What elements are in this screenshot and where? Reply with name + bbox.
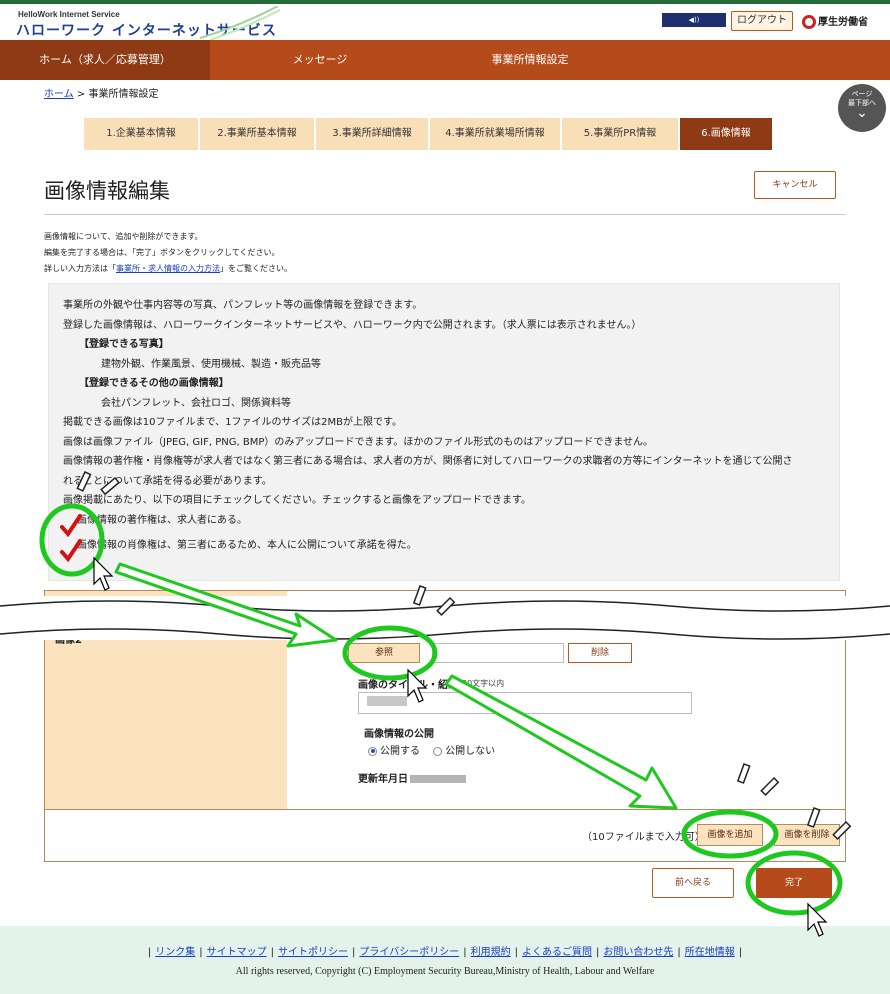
- caption-input[interactable]: [358, 692, 692, 714]
- accessibility-tool-icon[interactable]: ◀)): [662, 13, 726, 27]
- intro-line-3-suffix: 」をご覧ください。: [220, 264, 292, 273]
- ministry-label: 厚生労働省: [818, 17, 868, 28]
- portrait-rights-checkbox[interactable]: 画像情報の肖像権は、第三者にあるため、本人に公開について承諾を得た。: [63, 536, 825, 556]
- copyright-checkbox[interactable]: 画像情報の著作権は、求人者にある。: [63, 511, 825, 531]
- info-line: 掲載できる画像は10ファイルまで、1ファイルのサイズは2MBが上限です。: [63, 417, 403, 428]
- copyright-check-label: 画像情報の著作権は、求人者にある。: [77, 514, 247, 526]
- step-1[interactable]: 1.企業基本情報: [84, 118, 198, 150]
- step-4[interactable]: 4.事業所就業場所情報: [430, 118, 560, 150]
- ministry-mark-icon: [802, 15, 816, 29]
- info-line: 画像は画像ファイル（JPEG, GIF, PNG, BMP）のみアップロードでき…: [63, 436, 654, 448]
- step-5[interactable]: 5.事業所PR情報: [562, 118, 678, 150]
- step-3[interactable]: 3.事業所詳細情報: [316, 118, 428, 150]
- updated-date: 更新年月日: [358, 770, 466, 785]
- public-no-label[interactable]: 公開しない: [445, 746, 495, 757]
- public-radio-group: 公開する 公開しない: [368, 742, 495, 757]
- main-nav: ホーム（求人／応募管理） メッセージ 事業所情報設定: [0, 40, 890, 80]
- intro-line-2: 編集を完了する場合は、「完了」ボタンをクリックしてください。: [44, 248, 280, 257]
- info-line: 事業所の外観や仕事内容等の写真、パンフレット等の画像情報を登録できます。: [63, 300, 423, 311]
- omitted-section-gap: [0, 596, 890, 640]
- logo-swoosh-icon: [200, 6, 280, 40]
- file-limit-note: （10ファイルまで入力可）: [582, 832, 705, 843]
- updated-label: 更新年月日: [358, 774, 408, 785]
- step-2[interactable]: 2.事業所基本情報: [200, 118, 314, 150]
- footer-link-sitemap[interactable]: サイトマップ: [207, 947, 267, 958]
- step-6-active: 6.画像情報: [680, 118, 772, 150]
- add-image-button[interactable]: 画像を追加: [697, 824, 763, 846]
- cancel-button[interactable]: キャンセル: [754, 171, 836, 199]
- public-yes-radio[interactable]: [368, 746, 377, 756]
- breadcrumb-home-link[interactable]: ホーム: [44, 89, 74, 100]
- info-heading-photos: 【登録できる写真】: [79, 339, 169, 350]
- nav-item-messages[interactable]: メッセージ: [250, 40, 390, 80]
- caption-hint: 全角30文字以内: [446, 679, 505, 688]
- site-footer: | リンク集 | サイトマップ | サイトポリシー | プライバシーポリシー | 利用規約 | よくあ…: [0, 926, 890, 994]
- intro-line-3: 詳しい入力方法は「事業所・求人情報の入力方法」をご覧ください。: [44, 261, 292, 277]
- footer-link-privacy[interactable]: プライバシーポリシー: [359, 947, 459, 958]
- footer-link-faq[interactable]: よくあるご質問: [522, 947, 592, 958]
- footer-link-links[interactable]: リンク集: [155, 947, 195, 958]
- file-path-field[interactable]: [432, 643, 564, 663]
- delete-button[interactable]: 削除: [568, 643, 632, 663]
- footer-link-locations[interactable]: 所在地情報: [685, 947, 735, 958]
- image-info-box: 事業所の外観や仕事内容等の写真、パンフレット等の画像情報を登録できます。 登録し…: [48, 283, 840, 581]
- portrait-check-label: 画像情報の肖像権は、第三者にあるため、本人に公開について承諾を得た。: [77, 540, 417, 551]
- footer-links: | リンク集 | サイトマップ | サイトポリシー | プライバシーポリシー | 利用規約 | よくあ…: [147, 947, 743, 958]
- done-button[interactable]: 完了: [756, 868, 832, 898]
- back-button[interactable]: 前へ戻る: [652, 868, 734, 898]
- footer-link-contact[interactable]: お問い合わせ先: [603, 947, 673, 958]
- info-heading-other: 【登録できるその他の画像情報】: [79, 378, 229, 389]
- chevron-down-icon: ⌄: [856, 105, 868, 121]
- title-divider: [44, 214, 846, 215]
- info-line: 画像掲載にあたり、以下の項目にチェックしてください。チェックすると画像をアップロ…: [63, 495, 531, 506]
- logo-english: HelloWork Internet Service: [18, 10, 120, 19]
- info-line: 会社パンフレット、会社ロゴ、関係資料等: [101, 397, 291, 409]
- caption-label: 画像のタイトル・紹介: [358, 680, 458, 691]
- public-label: 画像情報の公開: [364, 729, 434, 740]
- info-line: れることについて承諾を得る必要があります。: [63, 475, 272, 487]
- intro-line-3-prefix: 詳しい入力方法は「: [44, 264, 116, 273]
- public-no-radio[interactable]: [433, 746, 443, 756]
- info-line: 建物外観、作業風景、使用機械、製造・販売品等: [101, 358, 321, 370]
- form-divider: [45, 809, 845, 810]
- scroll-label-1: ページ: [851, 90, 873, 98]
- logout-button[interactable]: ログアウト: [731, 11, 793, 31]
- nav-item-home[interactable]: ホーム（求人／応募管理）: [0, 40, 210, 80]
- page-title: 画像情報編集: [44, 179, 170, 203]
- site-header: HelloWork Internet Service ハローワーク インターネッ…: [0, 4, 890, 40]
- browse-button[interactable]: 参照: [348, 643, 420, 663]
- info-line: 画像情報の著作権・肖像権等が求人者ではなく第三者にある場合は、求人者の方が、関係…: [63, 456, 793, 467]
- breadcrumb-current: > 事業所情報設定: [73, 89, 159, 100]
- info-line: 登録した画像情報は、ハローワークインターネットサービスや、ハローワーク内で公開さ…: [63, 319, 642, 331]
- copyright-text: All rights reserved, Copyright (C) Emplo…: [235, 966, 655, 977]
- nav-item-office-settings[interactable]: 事業所情報設定: [460, 40, 600, 80]
- breadcrumb: ホーム > 事業所情報設定: [44, 85, 158, 100]
- remove-image-button[interactable]: 画像を削除: [774, 824, 840, 846]
- intro-line-1: 画像情報について、追加や削除ができます。: [44, 232, 203, 241]
- ministry-logo[interactable]: 厚生労働省: [802, 13, 868, 29]
- scroll-bottom-button[interactable]: ページ 最下部へ ⌄: [838, 84, 886, 132]
- public-yes-label[interactable]: 公開する: [380, 746, 420, 757]
- footer-link-terms[interactable]: 利用規約: [471, 947, 511, 958]
- redacted-date: [410, 775, 466, 783]
- footer-link-site-policy[interactable]: サイトポリシー: [278, 947, 348, 958]
- intro-text: 画像情報について、追加や削除ができます。 編集を完了する場合は、「完了」ボタンを…: [44, 229, 292, 277]
- redacted-caption: [367, 696, 407, 706]
- input-method-link[interactable]: 事業所・求人情報の入力方法: [116, 264, 220, 273]
